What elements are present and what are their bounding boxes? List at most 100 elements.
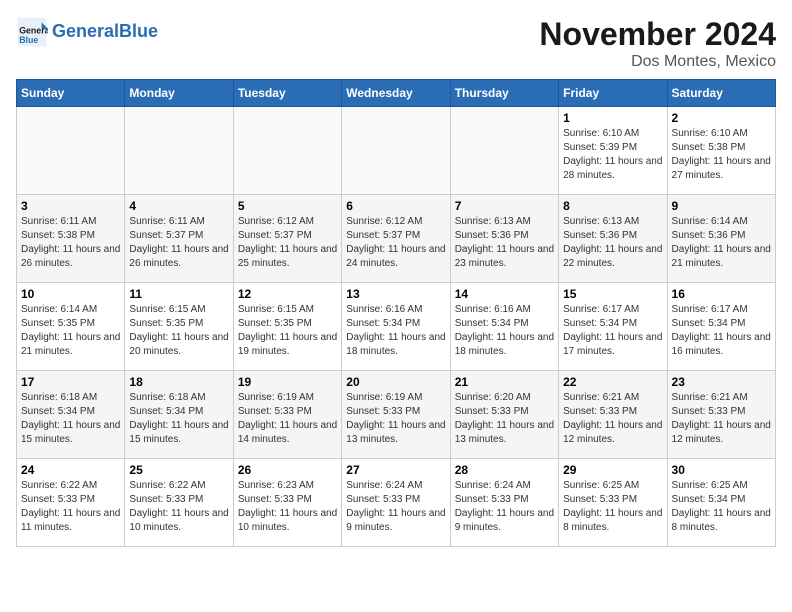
calendar-week-5: 24 Sunrise: 6:22 AM Sunset: 5:33 PM Dayli…	[17, 459, 776, 547]
cell-info: Sunrise: 6:22 AM Sunset: 5:33 PM Dayligh…	[21, 479, 120, 535]
day-number: 28	[455, 463, 554, 477]
day-number: 15	[563, 287, 662, 301]
calendar-cell: 3Sunrise: 6:11 AM Sunset: 5:38 PM Daylig…	[17, 195, 125, 283]
cell-info: Sunrise: 6:18 AM Sunset: 5:34 PM Dayligh…	[129, 391, 228, 447]
day-number: 26	[238, 463, 337, 477]
calendar-cell: 2Sunrise: 6:10 AM Sunset: 5:38 PM Daylig…	[667, 107, 775, 195]
calendar-cell	[125, 107, 233, 195]
cell-info: Sunrise: 6:10 AM Sunset: 5:39 PM Dayligh…	[563, 127, 662, 183]
cell-info: Sunrise: 6:25 AM Sunset: 5:34 PM Dayligh…	[672, 479, 771, 535]
calendar-cell: 14 Sunrise: 6:16 AM Sunset: 5:34 PM Dayli…	[450, 283, 558, 371]
weekday-header-monday: Monday	[125, 80, 233, 107]
day-number: 14	[455, 287, 554, 301]
cell-info: Sunrise: 6:22 AM Sunset: 5:33 PM Dayligh…	[129, 479, 228, 535]
day-number: 10	[21, 287, 120, 301]
calendar-week-4: 17 Sunrise: 6:18 AM Sunset: 5:34 PM Dayli…	[17, 371, 776, 459]
weekday-header-tuesday: Tuesday	[233, 80, 341, 107]
day-number: 4	[129, 199, 228, 213]
weekday-header-friday: Friday	[559, 80, 667, 107]
day-number: 2	[672, 111, 771, 125]
weekday-header-thursday: Thursday	[450, 80, 558, 107]
calendar-cell: 17 Sunrise: 6:18 AM Sunset: 5:34 PM Dayli…	[17, 371, 125, 459]
logo-blue: Blue	[119, 21, 158, 41]
cell-info: Sunrise: 6:11 AM Sunset: 5:37 PM Dayligh…	[129, 215, 228, 271]
day-number: 25	[129, 463, 228, 477]
calendar-cell: 26 Sunrise: 6:23 AM Sunset: 5:33 PM Dayli…	[233, 459, 341, 547]
calendar-cell	[450, 107, 558, 195]
calendar-cell: 7 Sunrise: 6:13 AM Sunset: 5:36 PM Daylig…	[450, 195, 558, 283]
calendar-week-1: 1 Sunrise: 6:10 AM Sunset: 5:39 PM Daylig…	[17, 107, 776, 195]
cell-info: Sunrise: 6:19 AM Sunset: 5:33 PM Dayligh…	[346, 391, 445, 447]
cell-info: Sunrise: 6:14 AM Sunset: 5:35 PM Dayligh…	[21, 303, 120, 359]
day-number: 5	[238, 199, 337, 213]
day-number: 9	[672, 199, 771, 213]
cell-info: Sunrise: 6:16 AM Sunset: 5:34 PM Dayligh…	[346, 303, 445, 359]
cell-info: Sunrise: 6:15 AM Sunset: 5:35 PM Dayligh…	[238, 303, 337, 359]
logo: General Blue GeneralBlue	[16, 16, 158, 48]
calendar-cell: 4 Sunrise: 6:11 AM Sunset: 5:37 PM Daylig…	[125, 195, 233, 283]
svg-text:Blue: Blue	[19, 35, 38, 45]
weekday-header-sunday: Sunday	[17, 80, 125, 107]
day-number: 19	[238, 375, 337, 389]
calendar-cell: 11Sunrise: 6:15 AM Sunset: 5:35 PM Dayli…	[125, 283, 233, 371]
cell-info: Sunrise: 6:21 AM Sunset: 5:33 PM Dayligh…	[672, 391, 771, 447]
cell-info: Sunrise: 6:25 AM Sunset: 5:33 PM Dayligh…	[563, 479, 662, 535]
cell-info: Sunrise: 6:13 AM Sunset: 5:36 PM Dayligh…	[563, 215, 662, 271]
cell-info: Sunrise: 6:18 AM Sunset: 5:34 PM Dayligh…	[21, 391, 120, 447]
calendar-cell: 15 Sunrise: 6:17 AM Sunset: 5:34 PM Dayli…	[559, 283, 667, 371]
calendar-cell: 21 Sunrise: 6:20 AM Sunset: 5:33 PM Dayli…	[450, 371, 558, 459]
calendar-body: 1 Sunrise: 6:10 AM Sunset: 5:39 PM Daylig…	[17, 107, 776, 547]
cell-info: Sunrise: 6:21 AM Sunset: 5:33 PM Dayligh…	[563, 391, 662, 447]
calendar-cell: 19Sunrise: 6:19 AM Sunset: 5:33 PM Dayli…	[233, 371, 341, 459]
calendar-cell: 16Sunrise: 6:17 AM Sunset: 5:34 PM Dayli…	[667, 283, 775, 371]
month-title: November 2024	[539, 16, 776, 53]
cell-info: Sunrise: 6:13 AM Sunset: 5:36 PM Dayligh…	[455, 215, 554, 271]
calendar-table: SundayMondayTuesdayWednesdayThursdayFrid…	[16, 79, 776, 547]
calendar-cell	[233, 107, 341, 195]
day-number: 27	[346, 463, 445, 477]
cell-info: Sunrise: 6:16 AM Sunset: 5:34 PM Dayligh…	[455, 303, 554, 359]
cell-info: Sunrise: 6:15 AM Sunset: 5:35 PM Dayligh…	[129, 303, 228, 359]
cell-info: Sunrise: 6:17 AM Sunset: 5:34 PM Dayligh…	[563, 303, 662, 359]
calendar-cell: 23Sunrise: 6:21 AM Sunset: 5:33 PM Dayli…	[667, 371, 775, 459]
weekday-header-wednesday: Wednesday	[342, 80, 450, 107]
calendar-cell: 22 Sunrise: 6:21 AM Sunset: 5:33 PM Dayli…	[559, 371, 667, 459]
header: General Blue GeneralBlue November 2024 D…	[16, 16, 776, 71]
calendar-week-3: 10 Sunrise: 6:14 AM Sunset: 5:35 PM Dayli…	[17, 283, 776, 371]
day-number: 24	[21, 463, 120, 477]
cell-info: Sunrise: 6:12 AM Sunset: 5:37 PM Dayligh…	[346, 215, 445, 271]
logo-general: General	[52, 21, 119, 41]
calendar-cell: 18Sunrise: 6:18 AM Sunset: 5:34 PM Dayli…	[125, 371, 233, 459]
day-number: 21	[455, 375, 554, 389]
cell-info: Sunrise: 6:14 AM Sunset: 5:36 PM Dayligh…	[672, 215, 771, 271]
cell-info: Sunrise: 6:12 AM Sunset: 5:37 PM Dayligh…	[238, 215, 337, 271]
day-number: 7	[455, 199, 554, 213]
day-number: 6	[346, 199, 445, 213]
day-number: 1	[563, 111, 662, 125]
day-number: 30	[672, 463, 771, 477]
title-area: November 2024 Dos Montes, Mexico	[539, 16, 776, 71]
weekday-header-row: SundayMondayTuesdayWednesdayThursdayFrid…	[17, 80, 776, 107]
calendar-cell: 10 Sunrise: 6:14 AM Sunset: 5:35 PM Dayli…	[17, 283, 125, 371]
calendar-cell: 25 Sunrise: 6:22 AM Sunset: 5:33 PM Dayli…	[125, 459, 233, 547]
cell-info: Sunrise: 6:20 AM Sunset: 5:33 PM Dayligh…	[455, 391, 554, 447]
calendar-cell: 24 Sunrise: 6:22 AM Sunset: 5:33 PM Dayli…	[17, 459, 125, 547]
cell-info: Sunrise: 6:23 AM Sunset: 5:33 PM Dayligh…	[238, 479, 337, 535]
calendar-cell: 28Sunrise: 6:24 AM Sunset: 5:33 PM Dayli…	[450, 459, 558, 547]
calendar-cell	[342, 107, 450, 195]
day-number: 20	[346, 375, 445, 389]
day-number: 13	[346, 287, 445, 301]
weekday-header-saturday: Saturday	[667, 80, 775, 107]
calendar-cell: 12 Sunrise: 6:15 AM Sunset: 5:35 PM Dayli…	[233, 283, 341, 371]
calendar-cell: 30 Sunrise: 6:25 AM Sunset: 5:34 PM Dayli…	[667, 459, 775, 547]
location: Dos Montes, Mexico	[539, 53, 776, 71]
logo-wordmark: GeneralBlue	[52, 22, 158, 42]
calendar-week-2: 3Sunrise: 6:11 AM Sunset: 5:38 PM Daylig…	[17, 195, 776, 283]
calendar-cell: 5 Sunrise: 6:12 AM Sunset: 5:37 PM Daylig…	[233, 195, 341, 283]
day-number: 17	[21, 375, 120, 389]
calendar-cell: 9 Sunrise: 6:14 AM Sunset: 5:36 PM Daylig…	[667, 195, 775, 283]
calendar-cell: 20 Sunrise: 6:19 AM Sunset: 5:33 PM Dayli…	[342, 371, 450, 459]
day-number: 12	[238, 287, 337, 301]
logo-icon: General Blue	[16, 16, 48, 48]
day-number: 22	[563, 375, 662, 389]
